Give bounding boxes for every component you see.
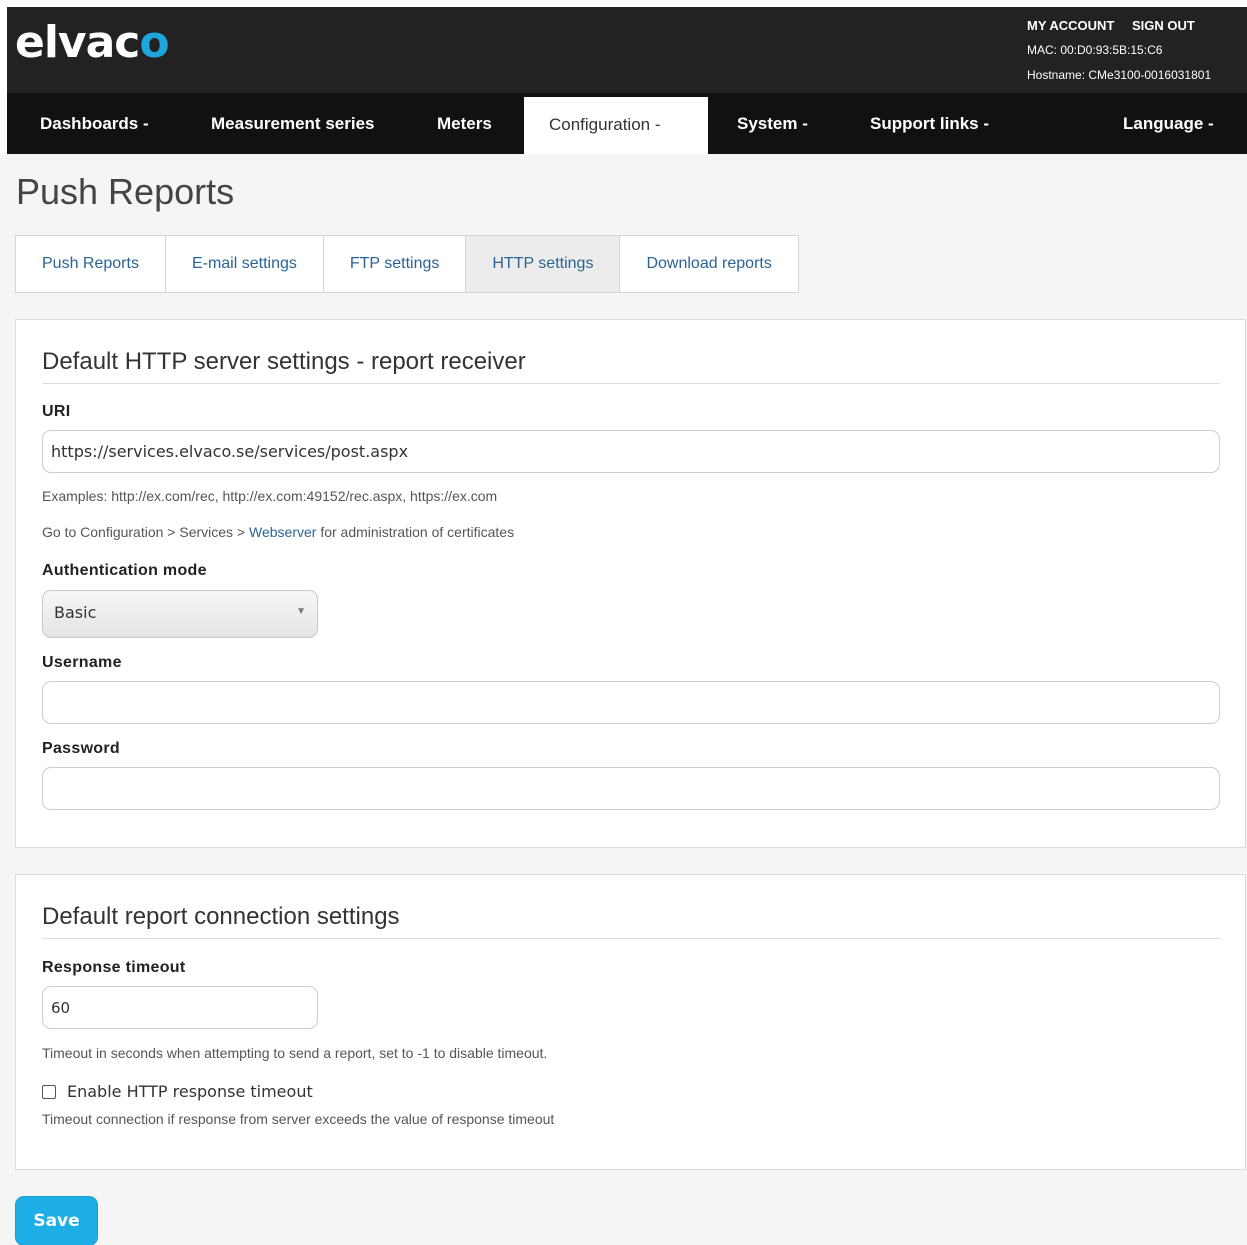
my-account-link[interactable]: MY ACCOUNT — [1027, 18, 1114, 33]
password-input[interactable] — [42, 767, 1220, 810]
enable-timeout-checkbox[interactable] — [42, 1084, 56, 1099]
account-links: MY ACCOUNT SIGN OUT — [1027, 18, 1209, 33]
response-timeout-label: Response timeout — [42, 959, 186, 976]
nav-measurement-series[interactable]: Measurement series — [211, 93, 374, 154]
username-label: Username — [42, 654, 122, 671]
password-label: Password — [42, 740, 120, 757]
uri-input[interactable] — [42, 430, 1220, 473]
save-button[interactable]: Save — [15, 1196, 98, 1245]
tab-ftp-settings[interactable]: FTP settings — [324, 236, 467, 292]
username-input[interactable] — [42, 681, 1220, 724]
nav-dashboards[interactable]: Dashboards - — [40, 93, 149, 154]
enable-timeout-help-text: Timeout connection if response from serv… — [42, 1111, 555, 1127]
nav-support-links[interactable]: Support links - — [870, 93, 989, 154]
hostname: Hostname: CMe3100-0016031801 — [1027, 68, 1212, 82]
divider — [42, 383, 1220, 384]
uri-examples-text: Examples: http://ex.com/rec, http://ex.c… — [42, 488, 498, 504]
divider — [42, 938, 1220, 939]
panel-title: Default report connection settings — [42, 903, 400, 930]
uri-label: URI — [42, 403, 71, 420]
mac-address: MAC: 00:D0:93:5B:15:C6 — [1027, 43, 1163, 57]
nav-system[interactable]: System - — [737, 93, 808, 154]
nav-configuration[interactable]: Configuration - — [524, 97, 708, 154]
sign-out-link[interactable]: SIGN OUT — [1132, 18, 1195, 33]
top-header: elvaco MY ACCOUNT SIGN OUT MAC: 00:D0:93… — [7, 7, 1247, 93]
auth-mode-select[interactable]: Basic ▼ — [42, 590, 318, 638]
auth-mode-label: Authentication mode — [42, 562, 207, 579]
enable-timeout-row: Enable HTTP response timeout — [42, 1082, 313, 1101]
auth-mode-value: Basic — [54, 603, 97, 622]
tab-download-reports[interactable]: Download reports — [620, 236, 797, 292]
http-server-panel: Default HTTP server settings - report re… — [15, 319, 1246, 848]
enable-timeout-label[interactable]: Enable HTTP response timeout — [67, 1082, 313, 1101]
webserver-link[interactable]: Webserver — [249, 524, 316, 540]
connection-settings-panel: Default report connection settings Respo… — [15, 874, 1246, 1170]
tab-http-settings[interactable]: HTTP settings — [466, 236, 621, 292]
response-timeout-input[interactable] — [42, 986, 318, 1029]
page-content: Push Reports Push Reports E-mail setting… — [0, 154, 1247, 1245]
dropdown-caret-icon: ▼ — [296, 606, 306, 617]
settings-tabs: Push Reports E-mail settings FTP setting… — [15, 235, 799, 293]
page-title: Push Reports — [16, 171, 235, 212]
nav-language[interactable]: Language - — [1123, 93, 1214, 154]
elvaco-logo[interactable]: elvaco — [15, 15, 170, 71]
certificates-hint: Go to Configuration > Services > Webserv… — [42, 524, 515, 540]
panel-title: Default HTTP server settings - report re… — [42, 348, 526, 375]
main-navbar: Dashboards - Measurement series Meters C… — [7, 93, 1247, 154]
tab-email-settings[interactable]: E-mail settings — [166, 236, 324, 292]
nav-meters[interactable]: Meters — [437, 93, 492, 154]
timeout-help-text: Timeout in seconds when attempting to se… — [42, 1045, 548, 1061]
tab-push-reports[interactable]: Push Reports — [16, 236, 166, 292]
